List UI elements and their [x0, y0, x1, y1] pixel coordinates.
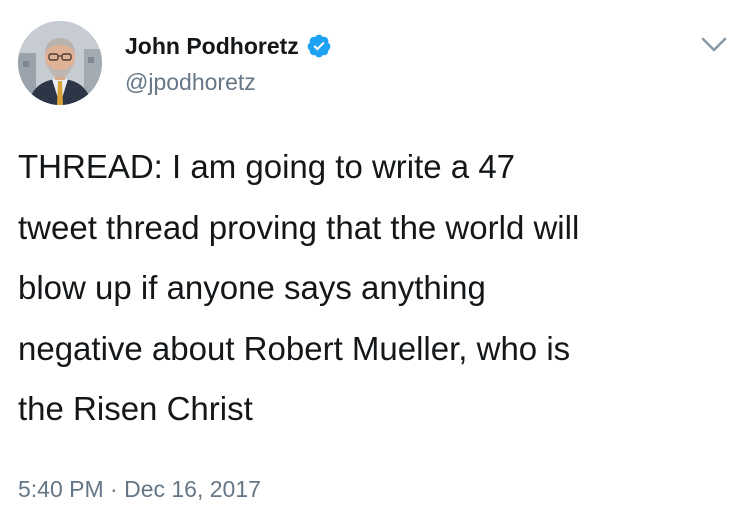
tweet-timestamp[interactable]: 5:40 PM · Dec 16, 2017: [18, 474, 261, 504]
avatar[interactable]: [18, 21, 102, 105]
verified-badge-icon: [306, 33, 332, 59]
chevron-down-icon[interactable]: [697, 30, 731, 58]
tweet-text: THREAD: I am going to write a 47 tweet t…: [18, 148, 580, 427]
author-name-row: John Podhoretz: [125, 31, 332, 61]
avatar-image: [18, 21, 102, 105]
tweet: John Podhoretz @jpodhoretz THREAD: I am …: [0, 0, 750, 528]
author-name[interactable]: John Podhoretz: [125, 31, 299, 61]
author-handle[interactable]: @jpodhoretz: [125, 67, 256, 97]
